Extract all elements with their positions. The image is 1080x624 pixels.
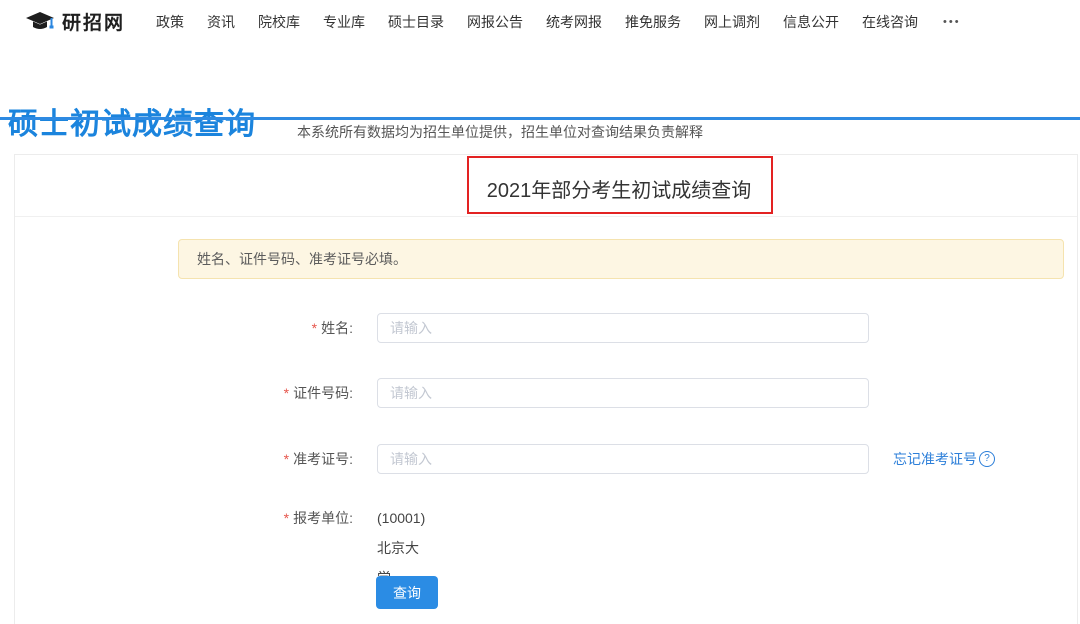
page-subtitle: 本系统所有数据均为招生单位提供，招生单位对查询结果负责解释 xyxy=(297,122,703,142)
page-header: 硕士初试成绩查询 本系统所有数据均为招生单位提供，招生单位对查询结果负责解释 xyxy=(0,43,1080,118)
help-circle-icon[interactable]: ? xyxy=(979,451,995,467)
nav-menu: 政策 资讯 院校库 专业库 硕士目录 网报公告 统考网报 推免服务 网上调剂 信… xyxy=(156,12,961,32)
nav-item-college-library[interactable]: 院校库 xyxy=(258,12,300,32)
nav-more-icon[interactable]: ••• xyxy=(943,16,961,28)
ticket-number-input[interactable] xyxy=(377,444,869,474)
nav-item-announcements[interactable]: 网报公告 xyxy=(467,12,523,32)
nav-item-unified-exam[interactable]: 统考网报 xyxy=(546,12,602,32)
id-number-input[interactable] xyxy=(377,378,869,408)
notice-banner: 姓名、证件号码、准考证号必填。 xyxy=(178,239,1064,279)
nav-item-online-adjustment[interactable]: 网上调剂 xyxy=(704,12,760,32)
required-mark: * xyxy=(312,320,317,336)
site-logo[interactable]: 研招网 xyxy=(25,8,125,35)
page: 研招网 政策 资讯 院校库 专业库 硕士目录 网报公告 统考网报 推免服务 网上… xyxy=(0,0,1080,616)
nav-item-news[interactable]: 资讯 xyxy=(207,12,235,32)
name-input[interactable] xyxy=(377,313,869,343)
notice-text: 姓名、证件号码、准考证号必填。 xyxy=(197,249,407,269)
card-title: 2021年部分考生初试成绩查询 xyxy=(487,174,752,203)
nav-item-master-catalog[interactable]: 硕士目录 xyxy=(388,12,444,32)
required-mark: * xyxy=(284,510,289,526)
nav-item-major-library[interactable]: 专业库 xyxy=(323,12,365,32)
required-mark: * xyxy=(284,451,289,467)
name-label: *姓名: xyxy=(155,313,353,343)
query-button[interactable]: 查询 xyxy=(376,576,438,609)
nav-item-info-disclosure[interactable]: 信息公开 xyxy=(783,12,839,32)
query-card: 2021年部分考生初试成绩查询 姓名、证件号码、准考证号必填。 *姓名: *证件… xyxy=(14,154,1078,624)
logo-text: 研招网 xyxy=(62,8,125,35)
nav-item-exemption-service[interactable]: 推免服务 xyxy=(625,12,681,32)
graduation-cap-icon xyxy=(25,10,55,34)
card-header: 2021年部分考生初试成绩查询 xyxy=(15,155,1077,217)
forgot-ticket-link[interactable]: 忘记准考证号 ? xyxy=(893,444,995,474)
required-mark: * xyxy=(284,385,289,401)
unit-label: *报考单位: xyxy=(155,503,353,533)
nav-item-online-consult[interactable]: 在线咨询 xyxy=(862,12,918,32)
ticket-number-label: *准考证号: xyxy=(155,444,353,474)
id-number-label: *证件号码: xyxy=(155,378,353,408)
blue-divider xyxy=(0,117,1080,120)
nav-item-policy[interactable]: 政策 xyxy=(156,12,184,32)
page-title: 硕士初试成绩查询 xyxy=(8,99,256,143)
top-nav: 研招网 政策 资讯 院校库 专业库 硕士目录 网报公告 统考网报 推免服务 网上… xyxy=(0,0,1080,44)
